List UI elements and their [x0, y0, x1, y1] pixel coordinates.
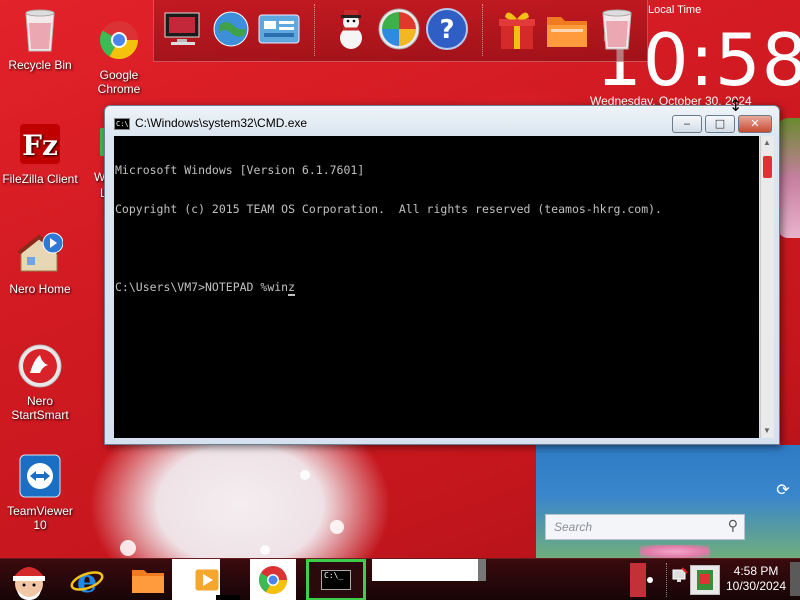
console-cursor: z — [288, 280, 296, 296]
teamviewer-icon — [16, 452, 64, 500]
recycle-bin-icon — [16, 6, 64, 54]
tray-time: 4:58 PM — [733, 564, 779, 578]
close-button[interactable]: ✕ — [738, 115, 772, 133]
show-desktop-button[interactable] — [790, 562, 800, 596]
refresh-icon[interactable]: ⟳ — [774, 481, 792, 499]
taskbar-decoration — [478, 559, 486, 581]
taskbar-window-thumbnail — [372, 559, 480, 581]
network-icon[interactable] — [672, 567, 688, 583]
desktop-icon-label: TeamViewer 10 — [7, 504, 73, 532]
metro-panel — [536, 445, 800, 558]
file-explorer-icon — [132, 570, 164, 593]
scroll-down-arrow[interactable]: ▼ — [763, 426, 771, 435]
folder-icon[interactable] — [544, 6, 590, 52]
chrome-icon — [259, 566, 287, 594]
dock-separator — [482, 4, 483, 56]
system-clock[interactable]: 4:58 PM 10/30/2024 — [724, 564, 788, 594]
desktop-icon-teamviewer[interactable]: TeamViewer 10 — [0, 452, 80, 532]
desktop-icon-label: FileZilla Client — [2, 172, 78, 186]
console-line: Copyright (c) 2015 TEAM OS Corporation. … — [115, 202, 662, 216]
svg-text:e: e — [77, 563, 97, 597]
scroll-up-arrow[interactable]: ▲ — [763, 138, 771, 147]
chrome-icon — [95, 16, 143, 64]
gift-icon[interactable] — [494, 6, 540, 52]
search-input[interactable]: Search ⚲ — [545, 514, 745, 540]
internet-explorer-icon: e — [70, 563, 104, 597]
cmd-window-icon: C:\ — [114, 118, 130, 130]
wallpaper-dot — [120, 540, 136, 556]
taskbar: e C:\_ — [0, 558, 800, 600]
taskbar-decoration — [216, 595, 240, 600]
filezilla-icon: Fz — [16, 120, 64, 168]
resize-cursor-icon: ↕ — [729, 96, 743, 115]
tray-dot-icon[interactable] — [647, 577, 653, 583]
flower-decoration — [640, 545, 710, 558]
desktop-icon-google-chrome[interactable]: Google Chrome — [79, 16, 159, 96]
scrollbar-thumb[interactable] — [763, 156, 772, 178]
console-command: C:\Users\VM7>NOTEPAD %win — [115, 280, 289, 294]
taskbar-file-explorer[interactable] — [126, 559, 170, 600]
svg-text:?: ? — [439, 15, 454, 45]
desktop-icon-nero-home[interactable]: Nero Home — [0, 230, 80, 296]
media-player-icon — [194, 568, 220, 592]
taskbar-internet-explorer[interactable]: e — [64, 559, 110, 600]
snowman-icon[interactable] — [328, 6, 374, 52]
globe-icon[interactable] — [208, 6, 254, 52]
computer-icon[interactable] — [160, 6, 206, 52]
nero-startsmart-icon — [16, 342, 64, 390]
vertical-scrollbar[interactable]: ▲ ▼ — [760, 136, 774, 438]
console-line: Microsoft Windows [Version 6.1.7601] — [115, 163, 365, 177]
recycle-bin-icon[interactable] — [594, 6, 640, 52]
help-icon[interactable]: ? — [424, 6, 470, 52]
dock-separator — [314, 4, 315, 56]
control-panel-icon[interactable] — [256, 6, 302, 52]
desktop-icon-recycle-bin[interactable]: Recycle Bin — [0, 6, 80, 72]
maximize-button[interactable]: □ — [705, 115, 735, 133]
taskbar-media-player[interactable] — [190, 559, 224, 600]
console-prompt-line: C:\Users\VM7>NOTEPAD %winz — [115, 280, 759, 296]
tray-decoration — [630, 563, 646, 597]
search-icon[interactable]: ⚲ — [728, 518, 738, 534]
taskbar-chrome[interactable] — [250, 559, 296, 600]
wallpaper-dot — [300, 470, 310, 480]
desktop-icon-label: Recycle Bin — [8, 58, 72, 72]
nero-home-icon — [16, 230, 64, 278]
wallpaper-dot — [330, 520, 344, 534]
tray-separator — [666, 563, 668, 597]
start-button[interactable] — [4, 559, 54, 600]
console-output[interactable]: Microsoft Windows [Version 6.1.7601] Cop… — [114, 136, 759, 438]
side-decoration — [778, 118, 800, 238]
search-placeholder: Search — [554, 520, 593, 534]
desktop-icon-label: Nero Home — [9, 282, 71, 296]
top-dock: ? — [153, 0, 648, 62]
desktop-icon-nero-startsmart[interactable]: Nero StartSmart — [0, 342, 80, 422]
wallpaper-dot — [260, 545, 270, 555]
desktop-icon-filezilla[interactable]: Fz FileZilla Client — [0, 120, 80, 186]
desktop-icon-label: Google Chrome — [97, 68, 141, 96]
cmd-icon: C:\_ — [321, 570, 351, 590]
taskbar-cmd[interactable]: C:\_ — [306, 559, 366, 600]
minimize-button[interactable]: ‒ — [672, 115, 702, 133]
santa-start-icon — [13, 567, 45, 600]
svg-text:Fz: Fz — [22, 129, 58, 162]
window-title: C:\Windows\system32\CMD.exe — [135, 116, 308, 130]
windows-orb-icon[interactable] — [376, 6, 422, 52]
tray-date: 10/30/2024 — [725, 579, 787, 593]
flag-icon[interactable] — [690, 565, 720, 595]
desktop-icon-label: Nero StartSmart — [11, 394, 69, 422]
cmd-window[interactable]: C:\ C:\Windows\system32\CMD.exe ‒ □ ✕ Mi… — [104, 105, 780, 445]
clock-label: Local Time — [648, 4, 702, 16]
